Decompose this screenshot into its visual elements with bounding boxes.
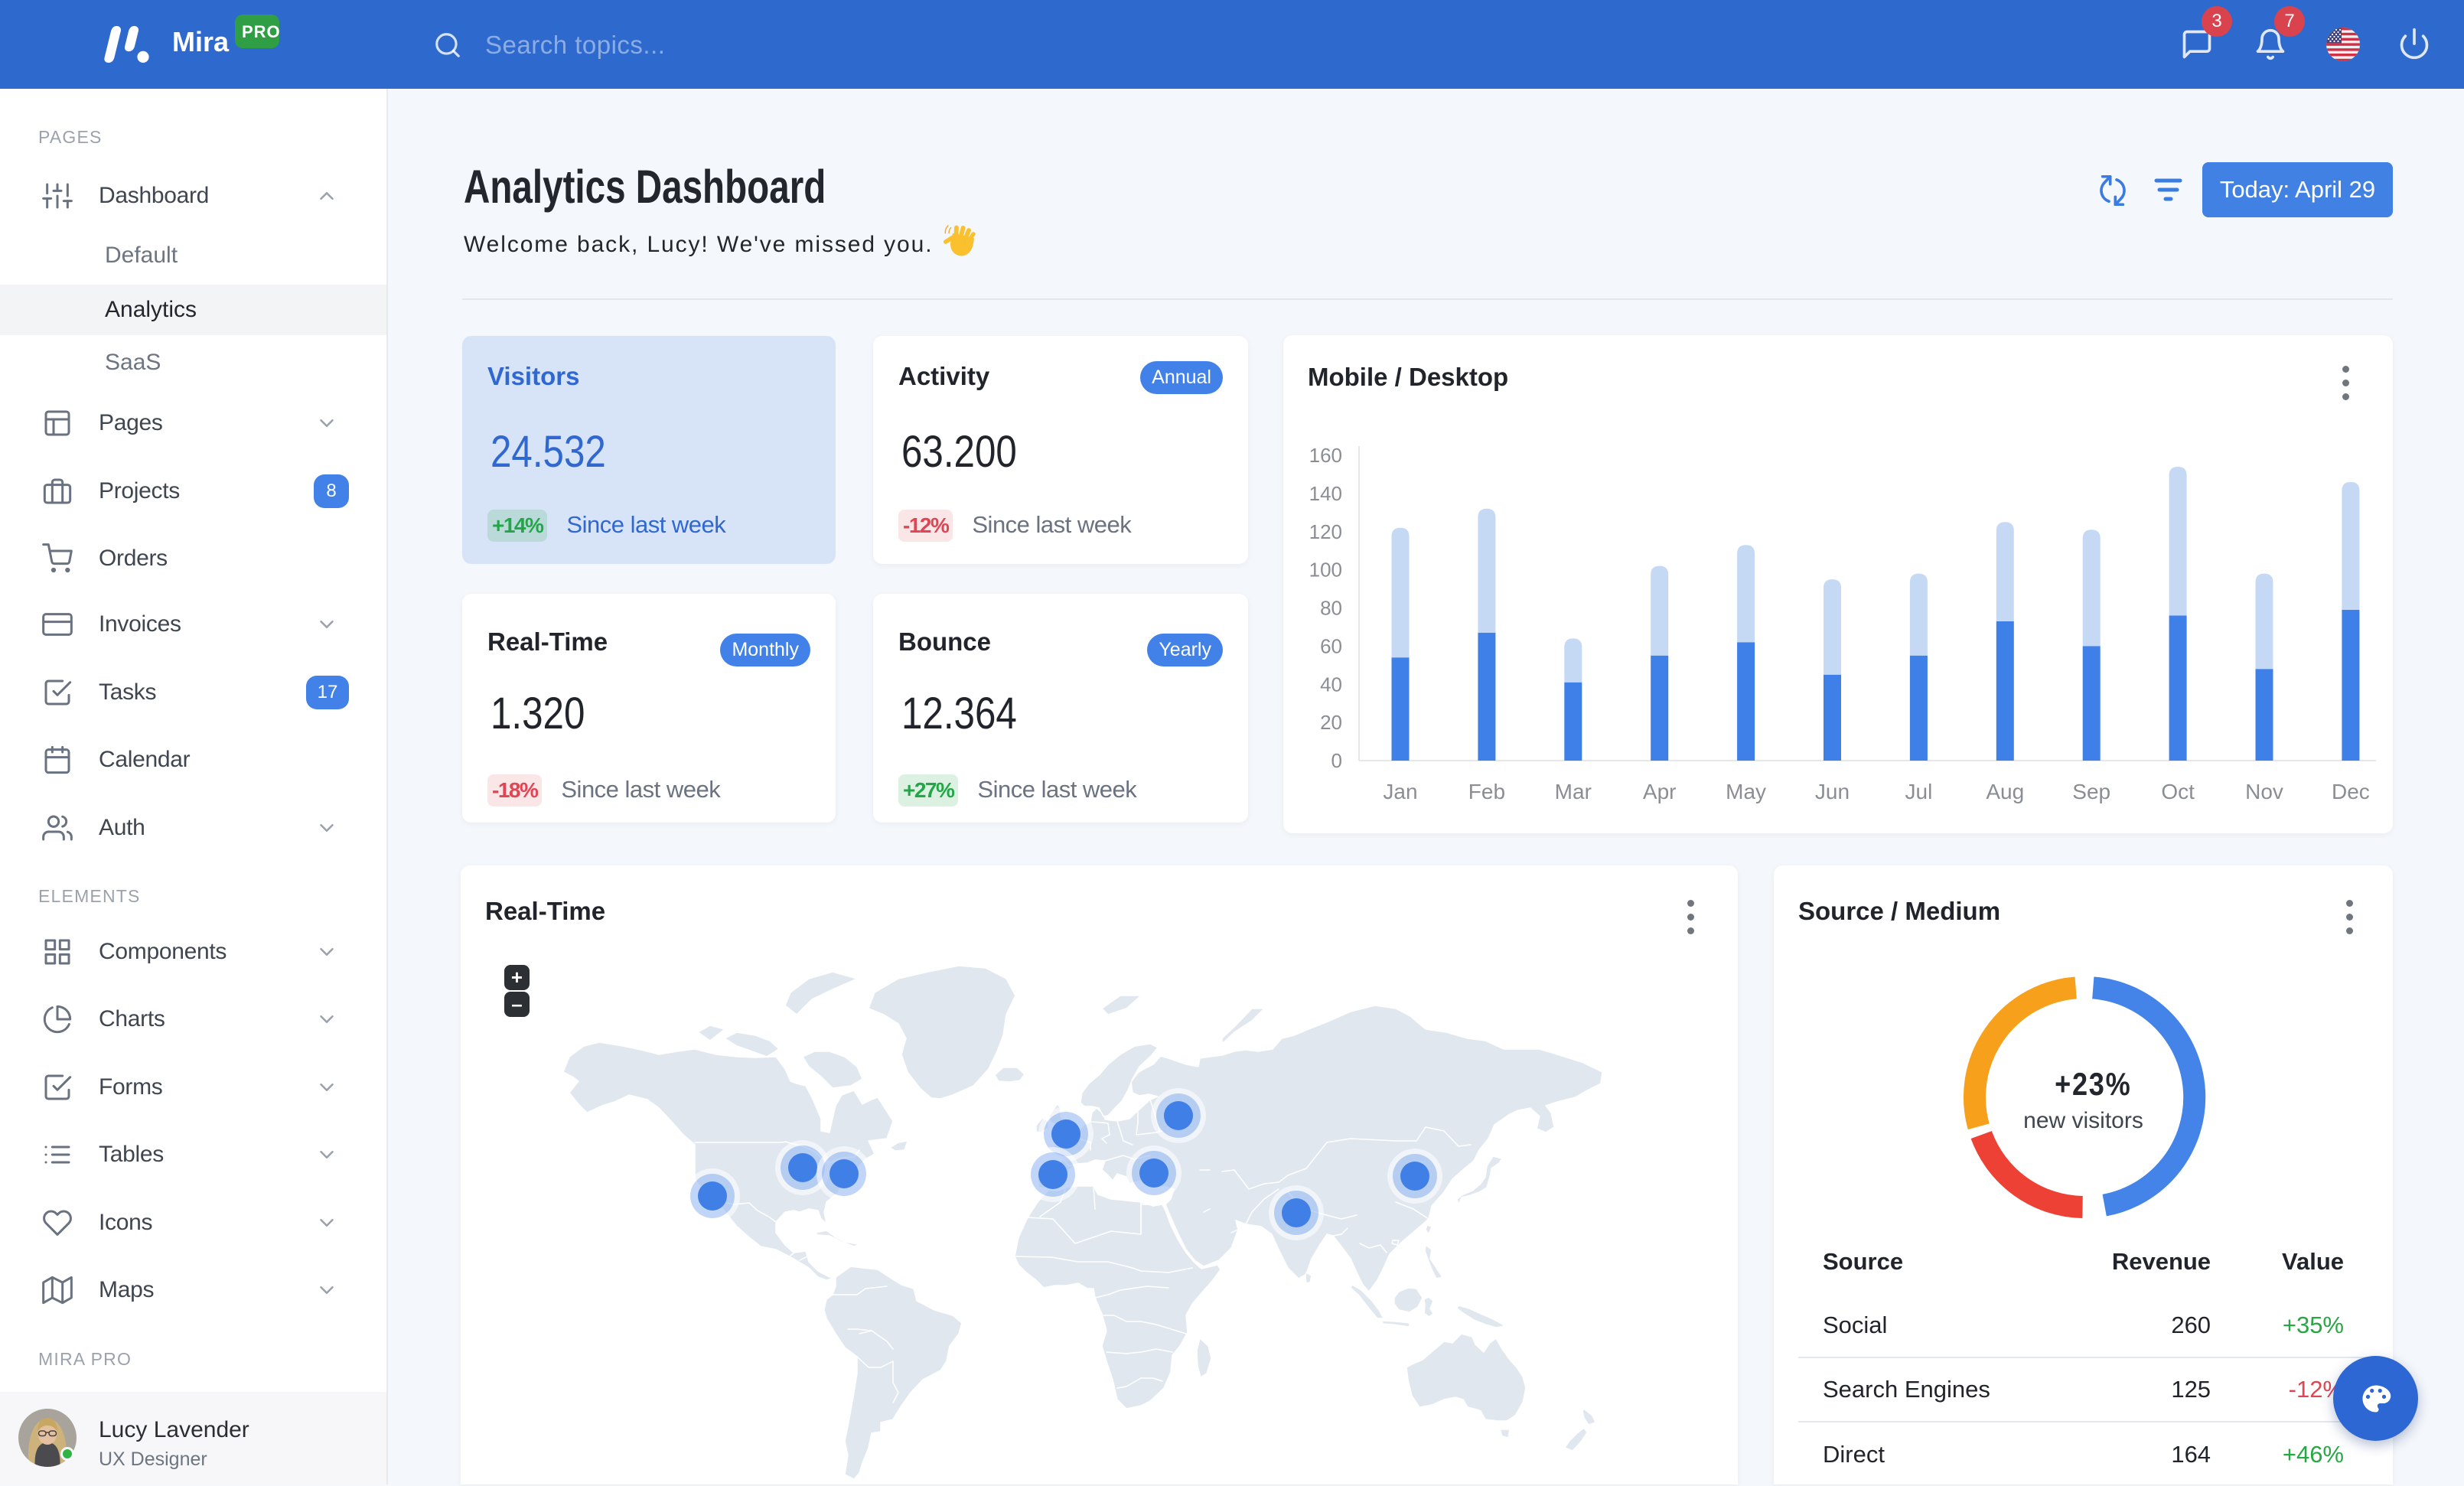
svg-text:100: 100 [1309,559,1342,582]
svg-text:Jul: Jul [1905,780,1933,803]
svg-text:Jun: Jun [1815,780,1850,803]
svg-text:Dec: Dec [2332,780,2370,803]
svg-text:Aug: Aug [1986,780,2024,803]
svg-text:Nov: Nov [2245,780,2283,803]
svg-text:Sep: Sep [2072,780,2110,803]
svg-text:Mar: Mar [1555,780,1592,803]
svg-text:Apr: Apr [1643,780,1677,803]
svg-text:140: 140 [1309,482,1342,505]
svg-text:May: May [1726,780,1766,803]
svg-text:80: 80 [1320,597,1342,620]
svg-text:Feb: Feb [1468,780,1505,803]
svg-text:20: 20 [1320,711,1342,734]
svg-text:60: 60 [1320,634,1342,657]
svg-text:0: 0 [1331,749,1342,772]
svg-text:160: 160 [1309,444,1342,467]
svg-text:Oct: Oct [2161,780,2195,803]
svg-text:40: 40 [1320,673,1342,696]
svg-text:Jan: Jan [1383,780,1417,803]
svg-text:120: 120 [1309,520,1342,543]
